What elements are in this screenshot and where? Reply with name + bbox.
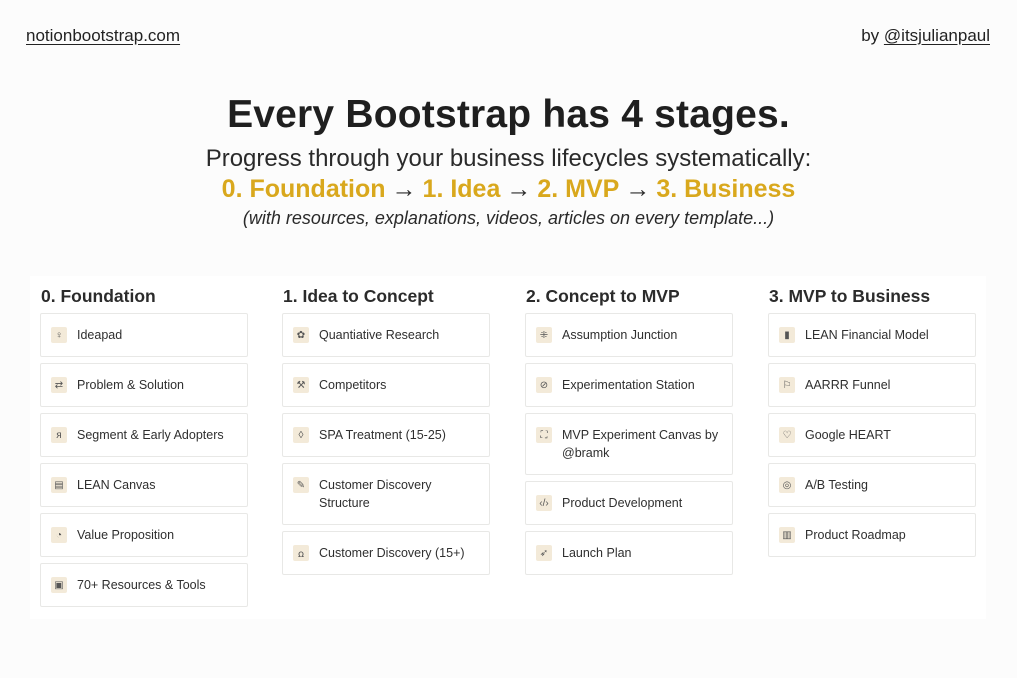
template-card[interactable]: ⛶ MVP Experiment Canvas by @bramk xyxy=(525,413,733,475)
layout-icon: ▤ xyxy=(51,477,67,493)
card-label: Product Roadmap xyxy=(805,528,906,542)
person-icon: ᴙ xyxy=(51,427,67,443)
template-card[interactable]: ꭥ Customer Discovery (15+) xyxy=(282,531,490,575)
card-label: Ideapad xyxy=(77,328,123,342)
template-card[interactable]: ▣ 70+ Resources & Tools xyxy=(40,563,248,607)
collapse-icon: ⁜ xyxy=(536,327,552,343)
frame-icon: ⛶ xyxy=(536,427,552,443)
card-label: 70+ Resources & Tools xyxy=(77,578,206,592)
site-link: notionbootstrap.com xyxy=(26,26,180,46)
arrows-exchange-icon: ⇄ xyxy=(51,377,67,393)
stages-line: 0. Foundation → 1. Idea → 2. MVP → 3. Business xyxy=(0,174,1017,205)
template-card[interactable]: ▥ Product Roadmap xyxy=(768,513,976,557)
crossed-tools-icon: ⚒ xyxy=(293,377,309,393)
flag-icon: ⚐ xyxy=(779,377,795,393)
bar-chart-icon: ▮ xyxy=(779,327,795,343)
template-card[interactable]: ✿ Quantiative Research xyxy=(282,313,490,357)
stage-mvp: 2. MVP xyxy=(537,175,620,203)
template-card[interactable]: ➶ Launch Plan xyxy=(525,531,733,575)
column-foundation: 0. Foundation ♀ Ideapad ⇄ Problem & Solution… xyxy=(40,276,248,613)
byline: by @itsjulianpaul xyxy=(861,26,990,46)
card-label: A/B Testing xyxy=(805,478,869,492)
template-card[interactable]: ♀ Ideapad xyxy=(40,313,248,357)
heart-icon: ♡ xyxy=(779,427,795,443)
subtitle: Progress through your business lifecycle… xyxy=(205,145,812,172)
note: (with resources, explanations, videos, a… xyxy=(242,208,775,228)
card-label: Customer Discovery Structure xyxy=(319,478,432,510)
byline-prefix: by xyxy=(861,26,884,45)
arrow-icon: → xyxy=(506,175,532,203)
card-label: Value Proposition xyxy=(77,528,175,542)
code-icon: ‹/› xyxy=(536,495,552,511)
author-link[interactable]: @itsjulianpaul xyxy=(884,26,990,45)
people-icon: ꭥ xyxy=(293,545,309,561)
page-title: Every Bootstrap has 4 stages. xyxy=(227,93,790,136)
drop-icon: ◊ xyxy=(293,427,309,443)
template-card[interactable]: ᴙ Segment & Early Adopters xyxy=(40,413,248,457)
template-card[interactable]: ◔ Value Proposition xyxy=(40,513,248,557)
rocket-icon: ➶ xyxy=(536,545,552,561)
card-label: Launch Plan xyxy=(562,546,632,560)
card-label: MVP Experiment Canvas by @bramk xyxy=(562,428,719,460)
arrow-icon: → xyxy=(391,175,417,203)
card-label: Segment & Early Adopters xyxy=(77,428,224,442)
column-concept-to-mvp: 2. Concept to MVP ⁜ Assumption Junction ⊘ Ex… xyxy=(525,276,733,581)
card-label: Assumption Junction xyxy=(562,328,678,342)
check-badge-icon: ⊘ xyxy=(536,377,552,393)
template-card[interactable]: ✎ Customer Discovery Structure xyxy=(282,463,490,525)
site-link-anchor[interactable]: notionbootstrap.com xyxy=(26,26,180,45)
template-card[interactable]: ◊ SPA Treatment (15-25) xyxy=(282,413,490,457)
circles-icon: ◎ xyxy=(779,477,795,493)
stage-business: 3. Business xyxy=(656,175,796,203)
card-label: Product Development xyxy=(562,496,683,510)
hero: Every Bootstrap has 4 stages. Progress t… xyxy=(0,92,1017,230)
column-title: 3. MVP to Business xyxy=(769,286,931,306)
template-card[interactable]: ⚒ Competitors xyxy=(282,363,490,407)
lightbulb-icon: ♀ xyxy=(51,327,67,343)
card-label: Problem & Solution xyxy=(77,378,185,392)
stages-board: 0. Foundation ♀ Ideapad ⇄ Problem & Solution… xyxy=(30,276,986,619)
card-label: Quantiative Research xyxy=(319,328,440,342)
template-card[interactable]: ⁜ Assumption Junction xyxy=(525,313,733,357)
template-card[interactable]: ‹/› Product Development xyxy=(525,481,733,525)
column-mvp-to-business: 3. MVP to Business ▮ LEAN Financial Model ⚐… xyxy=(768,276,976,563)
template-card[interactable]: ⚐ AARRR Funnel xyxy=(768,363,976,407)
card-label: SPA Treatment (15-25) xyxy=(319,428,446,442)
feather-icon: ✎ xyxy=(293,477,309,493)
card-label: Experimentation Station xyxy=(562,378,695,392)
stage-foundation: 0. Foundation xyxy=(221,175,386,203)
puzzle-icon: ✿ xyxy=(293,327,309,343)
template-card[interactable]: ▤ LEAN Canvas xyxy=(40,463,248,507)
column-title: 0. Foundation xyxy=(41,286,156,306)
card-label: AARRR Funnel xyxy=(805,378,891,392)
pie-chart-icon: ◔ xyxy=(51,527,67,543)
template-card[interactable]: ▮ LEAN Financial Model xyxy=(768,313,976,357)
template-card[interactable]: ⇄ Problem & Solution xyxy=(40,363,248,407)
archive-icon: ▣ xyxy=(51,577,67,593)
template-card[interactable]: ♡ Google HEART xyxy=(768,413,976,457)
column-title: 2. Concept to MVP xyxy=(526,286,680,306)
stage-idea: 1. Idea xyxy=(422,175,501,203)
card-label: Competitors xyxy=(319,378,387,392)
column-idea-to-concept: 1. Idea to Concept ✿ Quantiative Research ⚒… xyxy=(282,276,490,581)
card-label: Customer Discovery (15+) xyxy=(319,546,465,560)
template-card[interactable]: ◎ A/B Testing xyxy=(768,463,976,507)
arrow-icon: → xyxy=(625,175,651,203)
template-card[interactable]: ⊘ Experimentation Station xyxy=(525,363,733,407)
column-title: 1. Idea to Concept xyxy=(283,286,434,306)
card-label: LEAN Financial Model xyxy=(805,328,929,342)
map-icon: ▥ xyxy=(779,527,795,543)
card-label: LEAN Canvas xyxy=(77,478,156,492)
card-label: Google HEART xyxy=(805,428,891,442)
